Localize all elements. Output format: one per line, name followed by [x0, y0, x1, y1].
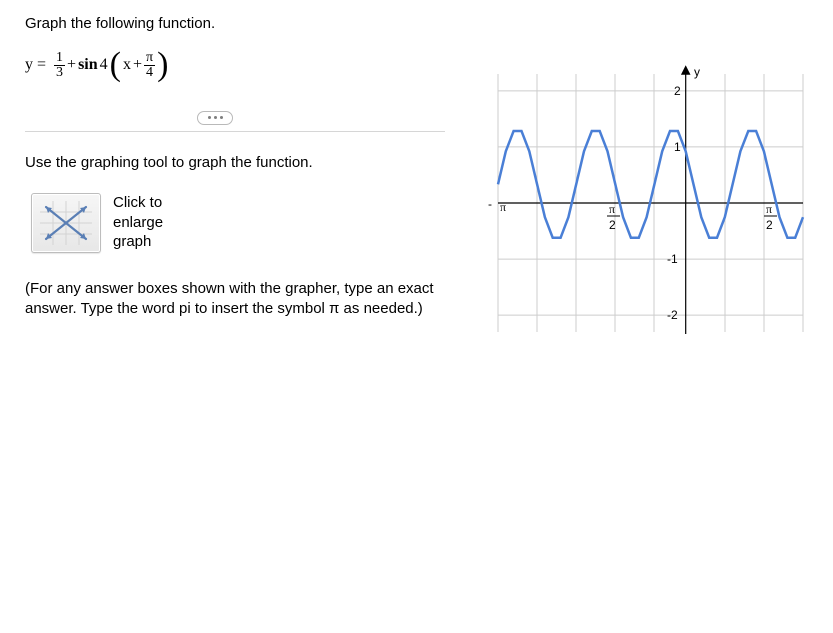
- enlarge-line: graph: [113, 232, 163, 252]
- enlarge-label: Click to enlarge graph: [113, 193, 163, 252]
- graph-thumbnail-icon: [40, 201, 92, 245]
- note-text: (For any answer boxes shown with the gra…: [25, 279, 435, 320]
- frac-den: 2: [766, 218, 773, 232]
- frac-num: π: [144, 51, 155, 66]
- enlarge-line: enlarge: [113, 213, 163, 233]
- instruction-text: Use the graphing tool to graph the funct…: [25, 154, 465, 171]
- sin-text: sin: [78, 56, 98, 74]
- coordinate-plane: y 2 1 -1 -2 - π π 2 π 2: [468, 62, 813, 344]
- plus: +: [67, 56, 76, 74]
- x-var: x: [123, 56, 131, 74]
- prompt-text: Graph the following function.: [25, 15, 465, 32]
- y-tick: 1: [674, 140, 681, 154]
- frac-num: 1: [54, 51, 65, 66]
- y-tick: -2: [667, 308, 678, 322]
- x-tick-label: π: [500, 200, 506, 214]
- frac-den: 2: [609, 218, 616, 232]
- coef: 4: [100, 56, 108, 74]
- y-tick: 2: [674, 84, 681, 98]
- x-tick-pi-half: π 2: [764, 202, 777, 232]
- x-tick-neg-pi-half: π 2: [607, 202, 620, 232]
- frac-num: π: [766, 202, 772, 216]
- x-tick-neg-pi: π: [500, 200, 506, 214]
- fraction-pi-four: π 4: [144, 51, 155, 80]
- graph-panel[interactable]: y 2 1 -1 -2 - π π 2 π 2: [468, 62, 813, 344]
- paren-right: ): [157, 50, 168, 81]
- frac-den: 3: [54, 66, 65, 80]
- more-options-button[interactable]: [197, 111, 233, 125]
- enlarge-line: Click to: [113, 193, 163, 213]
- frac-den: 4: [144, 66, 155, 80]
- eq-lhs: y =: [25, 56, 46, 74]
- plus2: +: [133, 56, 142, 74]
- frac-num: π: [609, 202, 615, 216]
- divider: [25, 131, 445, 132]
- enlarge-graph-button[interactable]: [31, 193, 101, 253]
- y-tick: -1: [667, 252, 678, 266]
- paren-left: (: [110, 50, 121, 81]
- y-axis-label: y: [694, 65, 700, 79]
- fraction-one-third: 1 3: [54, 51, 65, 80]
- x-tick-neg-sign: -: [488, 197, 492, 211]
- equation: y = 1 3 + sin 4 ( x + π 4 ): [25, 50, 465, 81]
